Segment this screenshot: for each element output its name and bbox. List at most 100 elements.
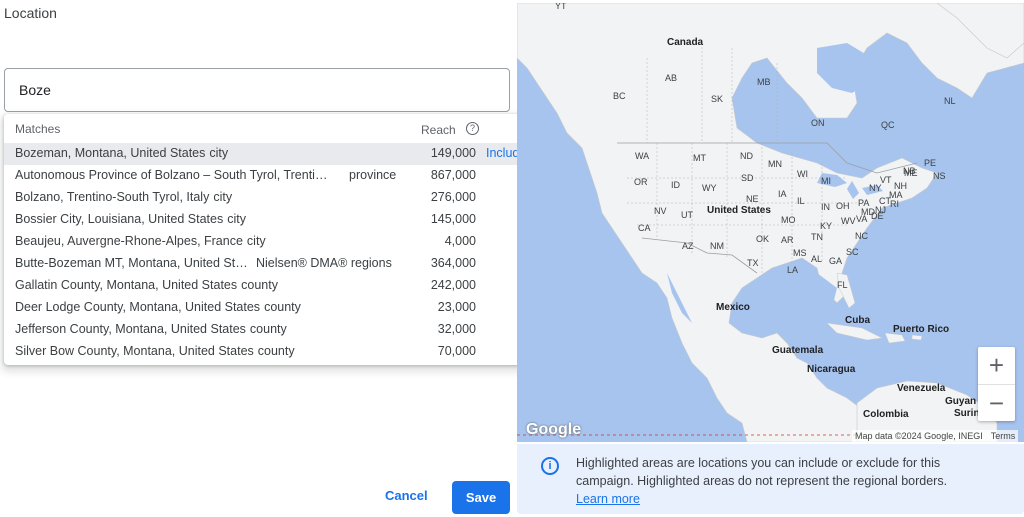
map-label: CA — [638, 223, 651, 233]
terms-link[interactable]: Terms — [991, 431, 1016, 441]
map-landmass — [517, 3, 1024, 442]
suggestion-name: Autonomous Province of Bolzano – South T… — [15, 168, 328, 182]
learn-more-link[interactable]: Learn more — [576, 490, 996, 508]
suggestion-name: Silver Bow County, Montana, United State… — [15, 344, 254, 358]
suggestion-name: Bolzano, Trentino-South Tyrol, Italy — [15, 190, 210, 204]
location-search-box[interactable] — [4, 68, 510, 112]
suggestion-row[interactable]: Gallatin County, Montana, United States c… — [4, 275, 539, 297]
map-label: Nicaragua — [807, 364, 856, 375]
map-label: SD — [741, 173, 754, 183]
map-label: MB — [757, 77, 771, 87]
matches-column-header: Matches — [15, 122, 61, 136]
map-label: United States — [707, 205, 771, 216]
location-title: Location — [4, 5, 57, 21]
map-label: NE — [746, 194, 759, 204]
save-button[interactable]: Save — [452, 481, 510, 514]
suggestion-type: city — [213, 190, 233, 204]
map-label: DE — [871, 211, 884, 221]
suggestion-row[interactable]: Deer Lodge County, Montana, United State… — [4, 297, 539, 319]
map-label: IN — [821, 202, 830, 212]
location-suggestions-dropdown: Matches Reach ? Bozeman, Montana, United… — [4, 114, 539, 365]
suggestion-type: county — [249, 322, 287, 336]
map-label: VT — [880, 175, 892, 185]
google-logo: Google — [526, 421, 582, 438]
map-label: ON — [811, 118, 825, 128]
map-label: WI — [797, 169, 808, 179]
map-label: Colombia — [863, 409, 909, 420]
suggestion-type: county — [264, 300, 301, 314]
info-text: Highlighted areas are locations you can … — [576, 454, 996, 508]
map-label: OR — [634, 177, 648, 187]
suggestion-row[interactable]: Bolzano, Trentino-South Tyrol, Italy city… — [4, 187, 539, 209]
zoom-out-button[interactable]: − — [978, 384, 1015, 421]
map-label: ND — [740, 151, 753, 161]
map-label: FL — [837, 280, 848, 290]
dropdown-header: Matches Reach ? — [4, 114, 539, 143]
suggestion-reach: 4,000 — [444, 234, 476, 248]
map-label: LA — [787, 265, 799, 275]
suggestion-reach: 149,000 — [430, 146, 476, 160]
suggestion-name: Beaujeu, Auvergne-Rhone-Alpes, France — [15, 234, 243, 248]
reach-column-header: Reach — [421, 123, 456, 137]
suggestion-type: city — [227, 212, 246, 226]
suggestion-name: Butte-Bozeman MT, Montana, United St… — [15, 256, 248, 270]
cancel-button[interactable]: Cancel — [385, 488, 428, 503]
suggestion-reach: 364,000 — [430, 256, 476, 270]
suggestion-type: county — [257, 344, 295, 358]
map-label: WA — [635, 151, 650, 161]
suggestion-row[interactable]: Autonomous Province of Bolzano – South T… — [4, 165, 539, 187]
location-search-input[interactable] — [19, 79, 489, 101]
map-label: NS — [933, 171, 946, 181]
map-label: ME — [904, 168, 918, 178]
suggestion-row[interactable]: Beaujeu, Auvergne-Rhone-Alpes, France cit… — [4, 231, 539, 253]
help-circle-icon[interactable]: ? — [466, 122, 479, 135]
suggestion-name: Deer Lodge County, Montana, United State… — [15, 300, 261, 314]
suggestion-name: Jefferson County, Montana, United States — [15, 322, 246, 336]
suggestion-reach: 867,000 — [430, 168, 476, 182]
suggestion-row[interactable]: Bossier City, Louisiana, United States ci… — [4, 209, 539, 231]
map-label: TN — [811, 232, 823, 242]
suggestion-reach: 145,000 — [430, 212, 476, 226]
map-label: Guatemala — [772, 345, 824, 356]
suggestion-row[interactable]: Silver Bow County, Montana, United State… — [4, 341, 539, 363]
map-label: Guyan — [945, 396, 977, 407]
map-label: VA — [856, 214, 868, 224]
map-label: IA — [778, 189, 787, 199]
map-label: Surin — [954, 408, 980, 419]
suggestion-type: city — [209, 146, 229, 160]
info-panel: i Highlighted areas are locations you ca… — [517, 444, 1024, 514]
map-label: QC — [881, 120, 895, 130]
info-icon: i — [541, 457, 559, 475]
map-label: MT — [693, 153, 706, 163]
suggestion-reach: 276,000 — [430, 190, 476, 204]
map-label: MI — [821, 176, 831, 186]
map-zoom-controls: + − — [978, 347, 1015, 421]
map-label: AL — [811, 254, 823, 264]
map-label: NY — [869, 183, 882, 193]
map-label: WV — [841, 216, 856, 226]
map-label: NM — [710, 241, 724, 251]
suggestion-row[interactable]: Bozeman, Montana, United States city 149,… — [4, 143, 539, 165]
suggestion-row[interactable]: Jefferson County, Montana, United States… — [4, 319, 539, 341]
map-label: MN — [768, 159, 782, 169]
info-message: Highlighted areas are locations you can … — [576, 456, 948, 488]
suggestion-reach: 242,000 — [430, 278, 476, 292]
map-label: Puerto Rico — [893, 324, 950, 335]
suggestion-row[interactable]: Butte-Bozeman MT, Montana, United St… Ni… — [4, 253, 539, 275]
suggestion-type: province — [349, 168, 397, 182]
zoom-in-button[interactable]: + — [978, 347, 1015, 384]
map-label: MO — [781, 215, 796, 225]
location-map[interactable]: YT Canada AB MB BC SK ON QC NL PE NB NS … — [517, 3, 1024, 442]
map-label: SC — [846, 247, 859, 257]
suggestion-name: Gallatin County, Montana, United States — [15, 278, 238, 292]
map-label: BC — [613, 91, 626, 101]
suggestion-type: Nielsen® DMA® regions — [256, 256, 392, 270]
map-label: NV — [654, 206, 667, 216]
map-attribution: Map data ©2024 Google, INEGI Terms — [852, 430, 1019, 442]
map-label: AB — [665, 73, 678, 83]
map-label: PE — [924, 158, 937, 168]
map-label: TX — [747, 258, 759, 268]
suggestion-type: city — [246, 234, 266, 248]
suggestion-reach: 32,000 — [437, 322, 476, 336]
map-label: Venezuela — [897, 383, 946, 394]
